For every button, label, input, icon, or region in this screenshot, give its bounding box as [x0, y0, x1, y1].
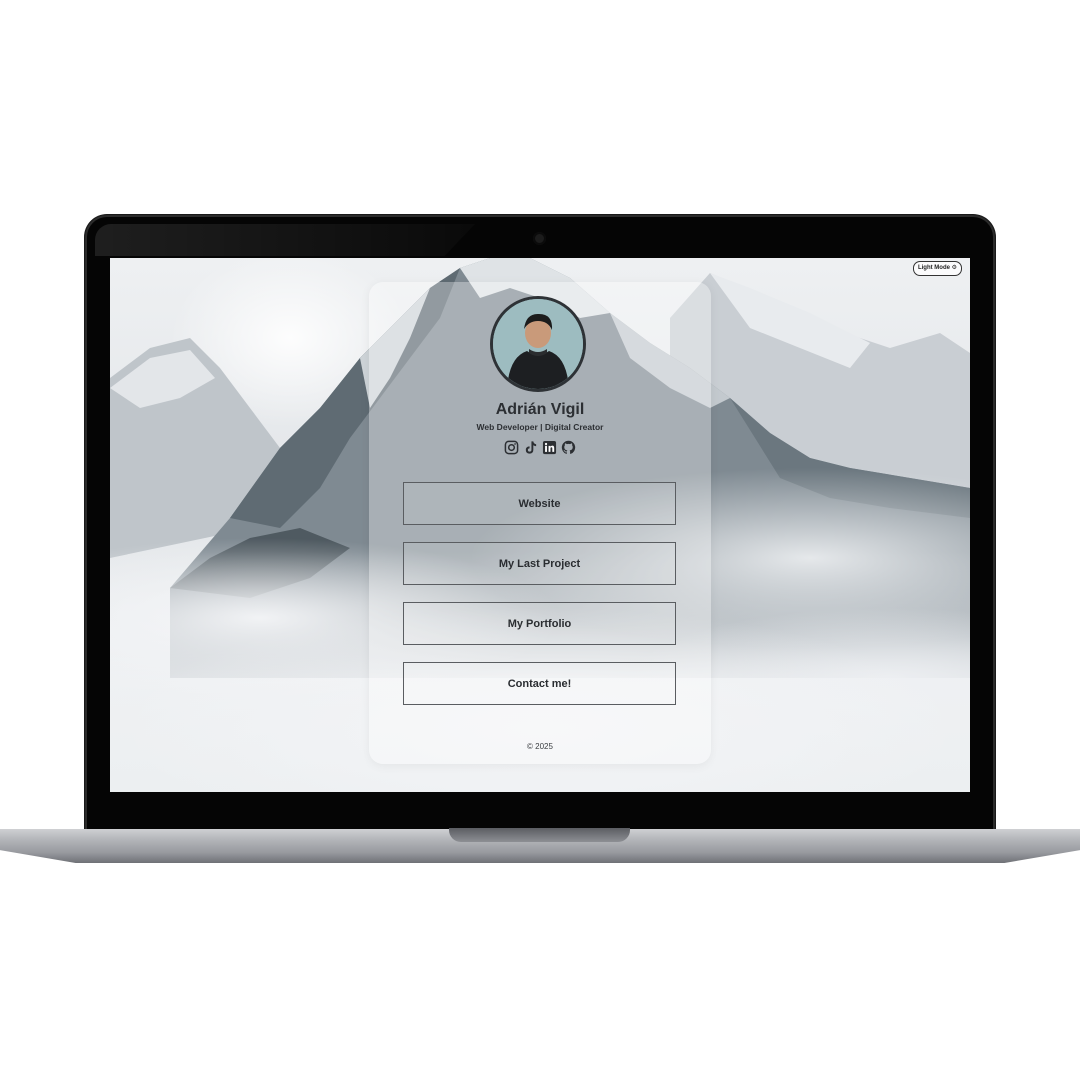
github-icon[interactable]: [561, 440, 576, 455]
laptop-opening-notch: [449, 828, 630, 842]
profile-card: Adrián Vigil Web Developer | Digital Cre…: [369, 282, 711, 764]
copyright-footer: © 2025: [527, 742, 553, 751]
webcam: [533, 232, 546, 245]
instagram-icon[interactable]: [504, 440, 519, 455]
contact-link-button[interactable]: Contact me!: [403, 662, 676, 705]
last-project-link-button[interactable]: My Last Project: [403, 542, 676, 585]
social-links: [369, 440, 711, 455]
tiktok-icon[interactable]: [523, 440, 538, 455]
person-photo: [493, 299, 583, 389]
portfolio-link-button[interactable]: My Portfolio: [403, 602, 676, 645]
linkedin-icon[interactable]: [542, 440, 557, 455]
screen: Light Mode ⚙ Adrián Vigil Web Developer …: [110, 258, 970, 792]
bezel-glare: [95, 224, 475, 256]
avatar: [490, 296, 586, 392]
profile-name: Adrián Vigil: [495, 401, 585, 418]
website-link-button[interactable]: Website: [403, 482, 676, 525]
laptop-mockup: Light Mode ⚙ Adrián Vigil Web Developer …: [0, 0, 1080, 1080]
profile-subtitle: Web Developer | Digital Creator: [476, 422, 604, 432]
light-mode-toggle[interactable]: Light Mode ⚙: [912, 261, 962, 276]
